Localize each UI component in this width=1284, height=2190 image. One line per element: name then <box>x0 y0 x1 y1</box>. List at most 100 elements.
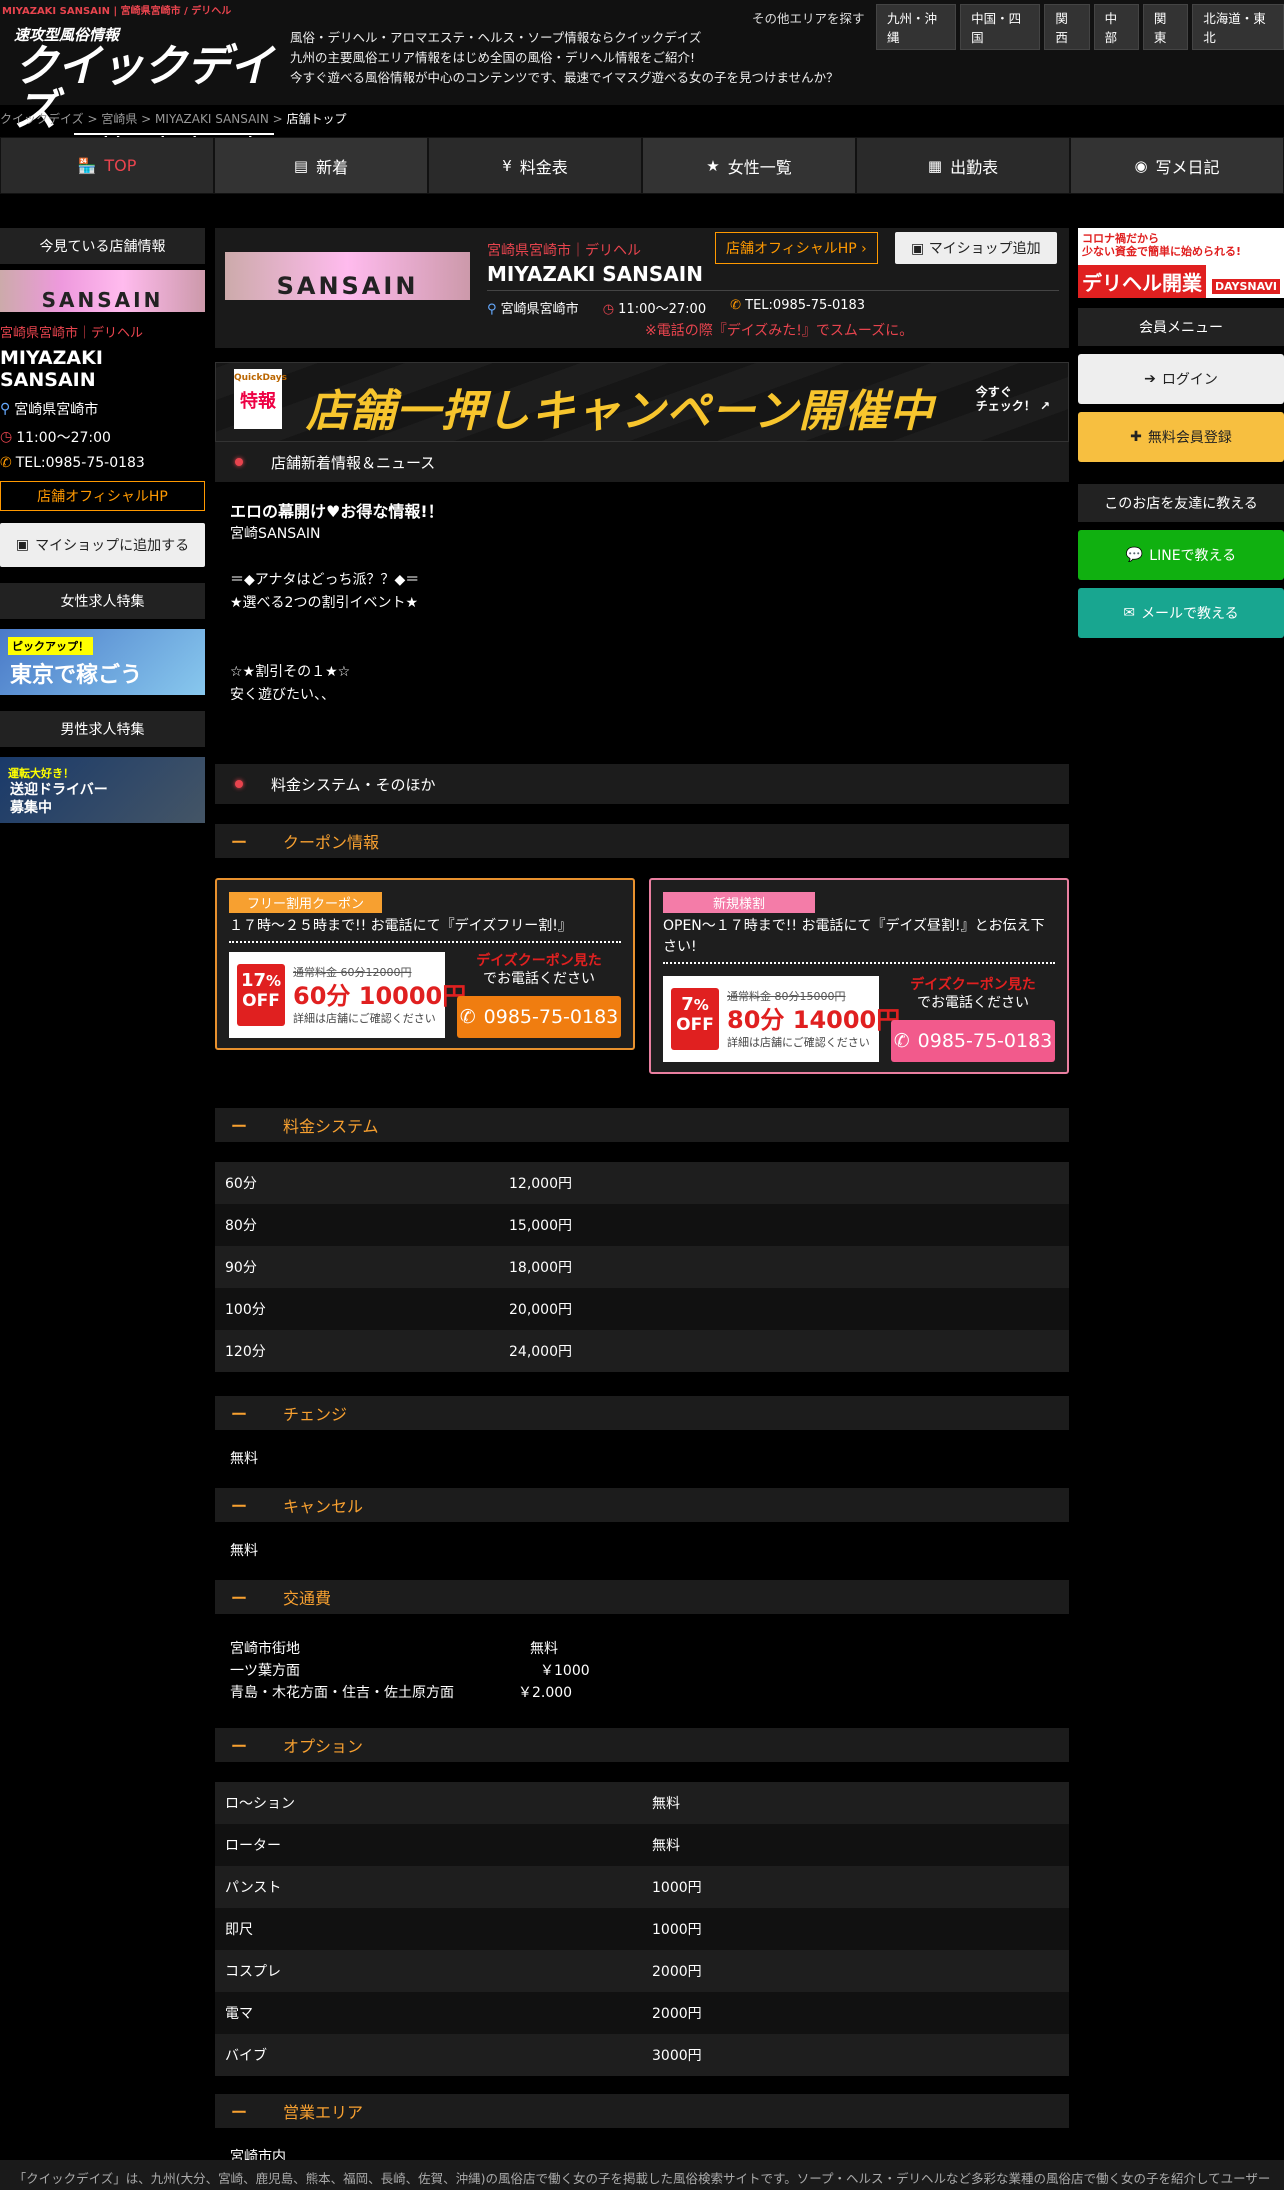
register-button[interactable]: ✚ 無料会員登録 <box>1078 412 1284 462</box>
coupon-desc: １７時～２５時まで!! お電話にて『デイズフリー割!』 <box>229 916 621 943</box>
calendar-icon: ▦ <box>927 156 943 175</box>
line-share-button[interactable]: 💬 LINEで教える <box>1078 530 1284 580</box>
table-row: 即尺 1000円 <box>215 1908 1069 1950</box>
table-row: 60分 12,000円 <box>215 1162 1069 1204</box>
area-tab-hokkaido[interactable]: 北海道・東北 <box>1192 4 1284 50</box>
transport-area: 青島・木花方面・住吉・佐土原方面 <box>230 1685 454 1701</box>
women-recruit-banner[interactable]: ピックアップ！ 東京で稼ごう <box>0 629 205 695</box>
nav-label: 料金表 <box>519 157 568 177</box>
section-title: オプション <box>283 1737 364 1756</box>
shop-banner[interactable]: SANSAIN <box>225 252 470 300</box>
header-desc-line: 九州の主要風俗エリア情報をはじめ全国の風俗・デリヘル情報をご紹介! <box>290 50 696 65</box>
option-name: 即尺 <box>215 1908 642 1950</box>
discount-percent: 7% <box>681 994 709 1015</box>
coupon-price: 60分 10000円 <box>293 982 467 1010</box>
transport-fee: ￥2.000 <box>518 1685 573 1701</box>
breadcrumb-shop[interactable]: MIYAZAKI SANSAIN <box>155 112 269 126</box>
men-recruit-title: 男性求人特集 <box>0 711 205 747</box>
dash-icon: ー <box>231 1405 248 1424</box>
nav-price[interactable]: ¥ 料金表 <box>428 137 642 194</box>
add-myshop-button[interactable]: ▣ マイショップ追加 <box>895 232 1057 264</box>
system-section-header: 料金システム・そのほか <box>215 764 1069 804</box>
coupon-price: 80分 14000円 <box>727 1006 901 1034</box>
breadcrumb-pref[interactable]: 宮崎県 <box>101 112 137 126</box>
phone-icon: ✆ <box>459 1006 476 1028</box>
option-price: 2000円 <box>642 1992 1069 2034</box>
area-tab-kyushu[interactable]: 九州・沖縄 <box>876 4 957 50</box>
official-hp-link[interactable]: 店舗オフィシャルHP <box>0 481 205 511</box>
section-title: チェンジ <box>283 1405 348 1424</box>
area-tab-kansai[interactable]: 関西 <box>1044 4 1090 50</box>
coupon-section-header: ー クーポン情報 <box>215 824 1069 858</box>
add-myshop-button[interactable]: ▣ マイショップに追加する <box>0 523 205 567</box>
discount-off: OFF <box>242 991 280 1011</box>
coupon-call-button[interactable]: ✆ 0985-75-0183 <box>457 996 621 1038</box>
dash-icon: ー <box>231 2103 248 2122</box>
left-sidebar: 今見ている店舗情報 SANSAIN 宮崎県宮崎市｜デリヘル MIYAZAKI S… <box>0 228 205 823</box>
option-price: 2000円 <box>642 1950 1069 1992</box>
list-item: 青島・木花方面・住吉・佐土原方面 ￥2.000 <box>230 1682 1054 1704</box>
price-value: 15,000円 <box>499 1204 1069 1246</box>
section-title: クーポン情報 <box>283 833 380 852</box>
option-name: コスプレ <box>215 1950 642 1992</box>
register-label: 無料会員登録 <box>1147 430 1232 446</box>
call-text-white: でお電話ください <box>917 995 1029 1011</box>
area-section-header: ー 営業エリア <box>215 2094 1069 2128</box>
official-hp-button[interactable]: 店舗オフィシャルHP › <box>715 232 878 264</box>
myshop-label: マイショップ追加 <box>928 241 1041 257</box>
coupon-call-button[interactable]: ✆ 0985-75-0183 <box>891 1020 1055 1062</box>
section-title: 営業エリア <box>283 2103 364 2122</box>
campaign-check: 今すぐ チェック！ ↗ <box>976 385 1050 413</box>
shop-category: 宮崎県宮崎市｜デリヘル <box>0 326 144 341</box>
area-tab-chugoku[interactable]: 中国・四国 <box>960 4 1041 50</box>
discount-badge: 7% OFF <box>671 988 719 1050</box>
price-time: 120分 <box>215 1330 499 1372</box>
hours-text: 11:00～27:00 <box>618 302 707 317</box>
price-time: 60分 <box>215 1162 499 1204</box>
viewing-shop-title: 今見ている店舗情報 <box>0 228 205 264</box>
call-text-white: でお電話ください <box>483 971 595 987</box>
mail-icon: ✉ <box>1123 605 1136 621</box>
file-icon: ▤ <box>293 156 309 175</box>
area-tab-kanto[interactable]: 関東 <box>1142 4 1189 50</box>
nav-schedule[interactable]: ▦ 出勤表 <box>856 137 1070 194</box>
phone-icon: ✆ <box>730 298 742 313</box>
shop-tel[interactable]: ✆ TEL:0985-75-0183 <box>730 298 865 317</box>
shop-category: 宮崎県宮崎市｜デリヘル <box>487 243 641 259</box>
nav-girls[interactable]: ★ 女性一覧 <box>642 137 856 194</box>
nav-top[interactable]: 🏪 TOP <box>0 137 214 194</box>
campaign-banner[interactable]: QuickDays 特報 店舗一押しキャンペーン開催中 今すぐ チェック！ ↗ <box>215 362 1069 442</box>
user-plus-icon: ✚ <box>1130 429 1142 445</box>
breadcrumb-home[interactable]: クイックデイズ <box>0 112 84 126</box>
table-row: パンスト 1000円 <box>215 1866 1069 1908</box>
banner-line: コロナ禍だから <box>1082 232 1159 245</box>
men-recruit-banner[interactable]: 運転大好き！ 送迎ドライバー 募集中 <box>0 757 205 823</box>
option-name: 電マ <box>215 1992 642 2034</box>
nav-diary[interactable]: ◉ 写メ日記 <box>1070 137 1284 194</box>
header-description: 風俗・デリヘル・アロマエステ・ヘルス・ソープ情報ならクイックデイズ 九州の主要風… <box>290 28 839 88</box>
transport-fee: ￥1000 <box>540 1663 590 1679</box>
phone-icon: ✆ <box>893 1030 910 1052</box>
discount-value: 17 <box>240 970 267 991</box>
area-tab-chubu[interactable]: 中部 <box>1093 4 1139 50</box>
change-value: 無料 <box>230 1451 258 1467</box>
banner-line: 少ない資金で簡単に始められる! <box>1082 245 1242 258</box>
line-label: LINEで教える <box>1149 548 1237 564</box>
option-section-header: ー オプション <box>215 1728 1069 1762</box>
breadcrumb: クイックデイズ > 宮崎県 > MIYAZAKI SANSAIN > 店舗トップ <box>0 112 347 126</box>
news-line: ☆★割引その１★☆ <box>230 664 351 680</box>
dash-icon: ー <box>231 1589 248 1608</box>
site-logo[interactable]: 速攻型風俗情報 クイックデイズ quick version daysnavi <box>14 24 274 150</box>
promo-text: 東京で稼ごう <box>10 663 143 688</box>
coupon-price-card: 7% OFF 通常料金 80分15000円 80分 14000円 詳細は店舗にご確… <box>663 976 900 1062</box>
section-title: 料金システム・そのほか <box>271 775 436 794</box>
login-button[interactable]: ➔ ログイン <box>1078 354 1284 404</box>
right-sidebar: コロナ禍だから 少ない資金で簡単に始められる! デリヘル開業 DAYSNAVI 会… <box>1078 228 1284 638</box>
area-label: その他エリアを探す <box>752 11 865 26</box>
mail-share-button[interactable]: ✉ メールで教える <box>1078 588 1284 638</box>
kaigyo-banner[interactable]: コロナ禍だから 少ない資金で簡単に始められる! デリヘル開業 DAYSNAVI <box>1078 228 1284 298</box>
sign-in-icon: ➔ <box>1144 371 1156 387</box>
nav-new[interactable]: ▤ 新着 <box>214 137 428 194</box>
shop-banner-small[interactable]: SANSAIN <box>0 270 205 312</box>
coupon-label: フリー割用クーポン <box>229 892 383 913</box>
